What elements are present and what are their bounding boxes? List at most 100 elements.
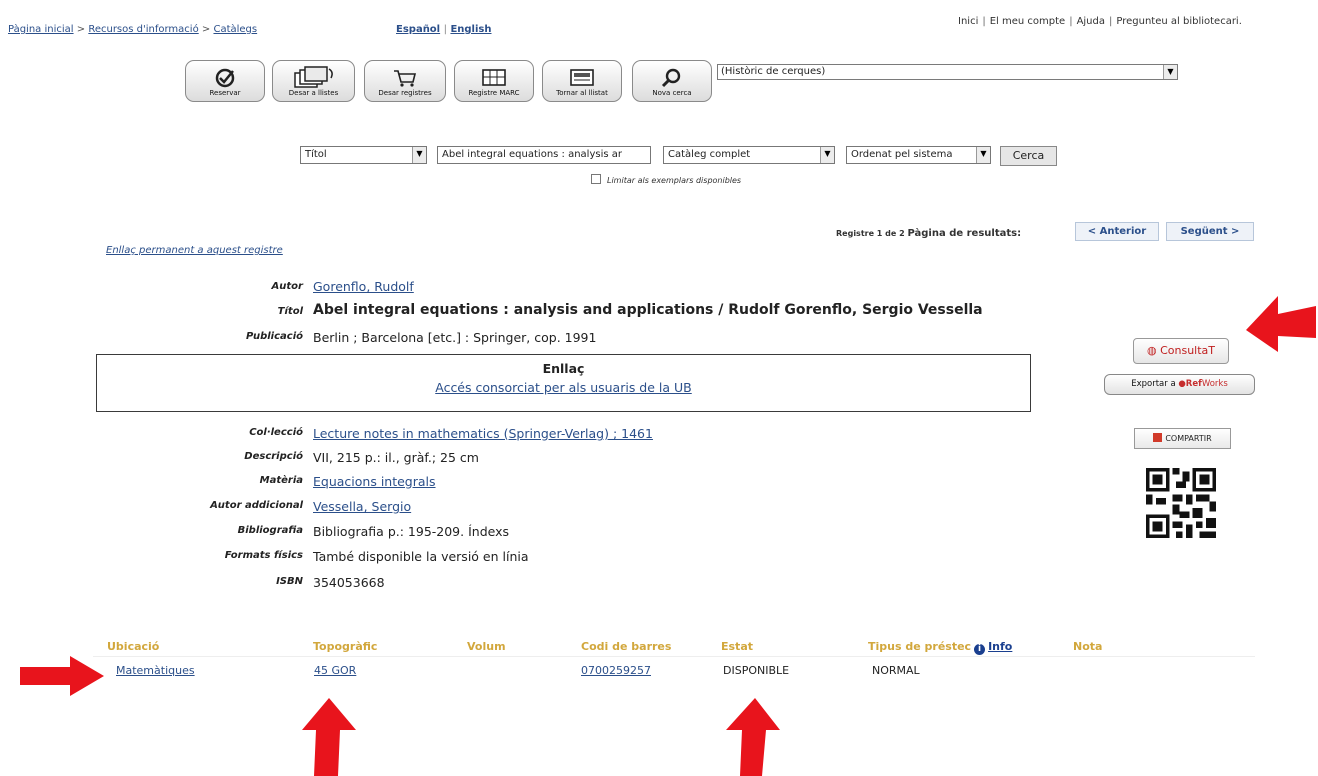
holdings-status-value: DISPONIBLE [723,664,790,677]
refworks-works: Works [1201,379,1228,389]
magnifier-icon [661,68,681,88]
annotation-arrow-up-icon [302,698,356,776]
catalog-value: Catàleg complet [668,149,751,160]
catalog-select[interactable]: Catàleg complet ▼ [663,146,835,164]
isbn-value: 354053668 [313,575,385,590]
holdings-header-callnumber: Topogràfic [313,640,378,653]
refworks-logo-icon: ● [1178,379,1186,389]
top-nav-account[interactable]: El meu compte [990,16,1065,27]
new-search-label: Nova cerca [652,89,692,97]
holdings-loan-type-value: NORMAL [872,664,920,677]
share-button[interactable]: COMPARTIR [1134,428,1231,449]
save-to-list-button[interactable]: Desar a llistes [272,60,355,102]
breadcrumb-resources-link[interactable]: Recursos d'informació [88,24,198,35]
next-button[interactable]: Següent > [1166,222,1254,241]
list-window-icon [570,69,594,86]
top-nav-separator: | [982,16,986,27]
export-refworks-button[interactable]: Exportar a ●RefWorks [1104,374,1255,395]
new-search-button[interactable]: Nova cerca [632,60,712,102]
sort-select[interactable]: Ordenat pel sistema ▼ [846,146,991,164]
record-position: Registre 1 de 2 Pàgina de resultats: [836,228,1021,239]
marc-record-button[interactable]: Registre MARC [454,60,534,102]
spanish-link[interactable]: Español [396,24,440,35]
physical-formats-label: Formats físics [224,550,303,561]
physical-formats-value: També disponible la versió en línia [313,549,529,564]
info-link[interactable]: Info [988,640,1012,653]
annotation-arrow-left-icon [1246,296,1316,352]
holdings-header-note: Nota [1073,640,1103,653]
back-to-list-label: Tornar al llistat [556,89,608,97]
language-switcher: Español | English [396,24,492,35]
bibliography-value: Bibliografia p.: 195-209. Índexs [313,524,510,539]
back-to-list-button[interactable]: Tornar al llistat [542,60,622,102]
limit-available-checkbox[interactable] [591,174,601,184]
search-input[interactable]: Abel integral equations : analysis ar [437,146,651,164]
author-label: Autor [271,281,303,292]
search-query-value: Abel integral equations : analysis ar [442,149,622,160]
description-value: VII, 215 p.: il., gràf.; 25 cm [313,450,479,465]
series-link[interactable]: Lecture notes in mathematics (Springer-V… [313,426,653,441]
save-to-list-label: Desar a llistes [288,89,339,97]
chevron-down-icon[interactable]: ▼ [820,147,834,163]
author-link[interactable]: Gorenflo, Rudolf [313,279,414,294]
top-nav-separator: | [1109,16,1113,27]
save-records-button[interactable]: Desar registres [364,60,446,102]
breadcrumb-catalogs-link[interactable]: Catàlegs [213,24,257,35]
search-history-value: (Històric de cerques) [721,66,826,77]
breadcrumb-home-link[interactable]: Pàgina inicial [8,24,74,35]
consulta-icon: ◍ [1146,344,1157,357]
subject-link[interactable]: Equacions integrals [313,474,436,489]
consulta-label: ConsultaT [1160,344,1216,357]
added-author-label: Autor addicional [210,500,303,511]
reserve-label: Reservar [209,89,241,97]
bibliography-label: Bibliografia [237,525,303,536]
limit-available-label: Limitar als exemplars disponibles [607,176,742,185]
sort-value: Ordenat pel sistema [851,149,953,160]
holdings-barcode-link[interactable]: 0700259257 [581,664,651,677]
series-label: Col·lecció [249,427,303,438]
chevron-down-icon[interactable]: ▼ [412,147,426,163]
chevron-down-icon[interactable]: ▼ [1163,65,1177,79]
permalink[interactable]: Enllaç permanent a aquest registre [106,245,283,256]
annotation-arrow-up-icon [726,698,780,776]
holdings-location-link[interactable]: Matemàtiques [116,664,195,677]
refworks-ref: Ref [1185,379,1202,389]
reserve-button[interactable]: Reservar [185,60,265,102]
breadcrumb-separator: > [76,24,86,35]
title-label: Títol [277,306,303,317]
consortium-access-link[interactable]: Accés consorciat per als usuaris de la U… [435,380,692,395]
results-page-label: Pàgina de resultats: [907,228,1022,239]
checkmark-icon [215,68,235,88]
isbn-label: ISBN [276,576,303,587]
previous-button[interactable]: < Anterior [1075,222,1159,241]
added-author-link[interactable]: Vessella, Sergio [313,499,411,514]
description-label: Descripció [244,451,303,462]
chevron-down-icon[interactable]: ▼ [976,147,990,163]
breadcrumb-separator: > [201,24,211,35]
marc-grid-icon [482,69,506,86]
info-icon[interactable]: i [974,644,986,655]
search-field-select[interactable]: Títol ▼ [300,146,427,164]
holdings-callnumber-link[interactable]: 45 GOR [314,664,356,677]
loan-type-label: Tipus de préstec [868,640,972,653]
save-records-label: Desar registres [378,89,432,97]
consulta-button[interactable]: ◍ ConsultaT [1133,338,1229,364]
link-header: Enllaç [542,361,585,376]
top-nav: Inici | El meu compte | Ajuda | Pregunteu al b… [958,16,1242,27]
holdings-header-barcode: Codi de barres [581,640,672,653]
top-nav-ask-librarian[interactable]: Pregunteu al bibliotecari [1116,16,1238,27]
share-icon [1153,433,1163,442]
record-count-text: Registre 1 de 2 [836,229,905,238]
search-button[interactable]: Cerca [1000,146,1057,166]
top-nav-separator: | [1069,16,1073,27]
holdings-divider [93,656,1255,657]
holdings-header-volume: Volum [467,640,506,653]
access-link-box: Enllaç Accés consorciat per als usuaris … [96,354,1031,412]
holdings-header-loan-type: Tipus de préstec i Info [868,640,1012,655]
english-link[interactable]: English [450,24,491,35]
limit-available-row: Limitar als exemplars disponibles [591,174,741,185]
search-history-select[interactable]: (Històric de cerques) ▼ [717,64,1178,80]
top-nav-help[interactable]: Ajuda [1077,16,1105,27]
top-nav-home[interactable]: Inici [958,16,978,27]
title-value: Abel integral equations : analysis and a… [313,302,983,318]
